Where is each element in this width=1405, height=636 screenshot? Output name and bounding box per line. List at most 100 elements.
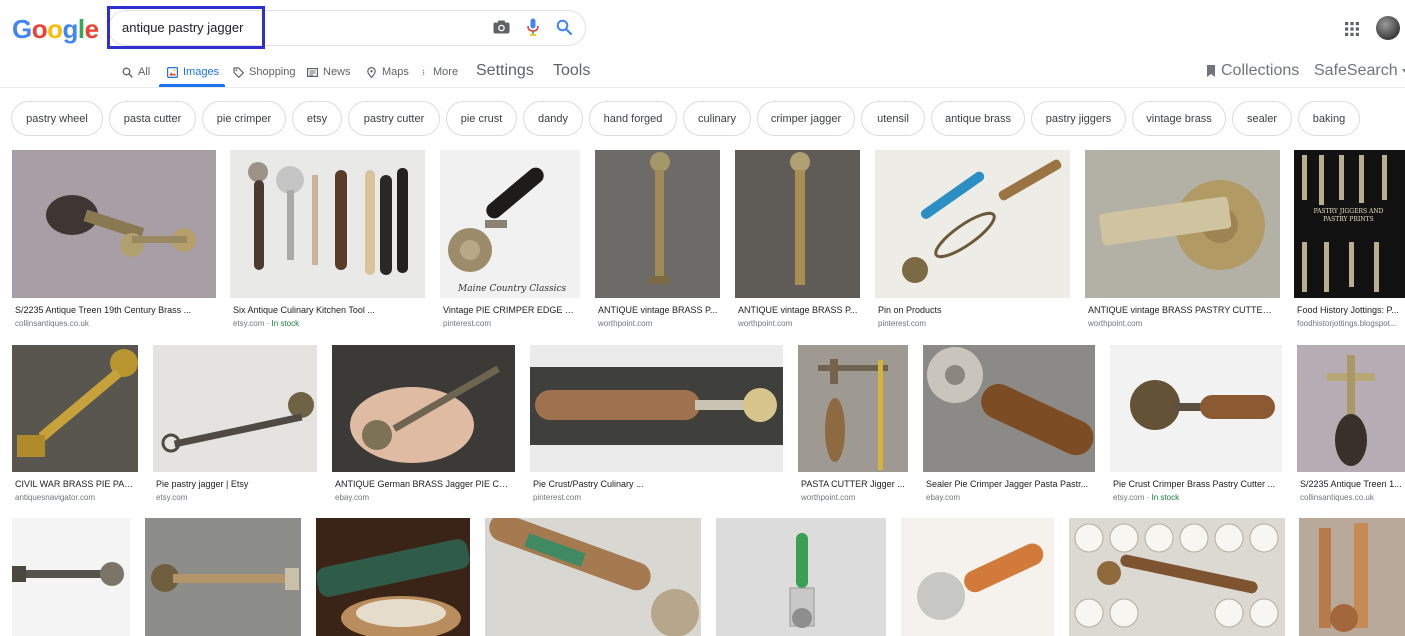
result-thumbnail[interactable] — [153, 345, 317, 472]
image-result[interactable]: Pie Crust Crimper Brass Pastry Cutter ..… — [1110, 345, 1282, 505]
image-result[interactable] — [1069, 518, 1285, 636]
image-result[interactable]: ANTIQUE vintage BRASS P... worthpoint.co… — [595, 150, 720, 330]
chip-hand-forged[interactable]: hand forged — [589, 101, 677, 136]
tab-images[interactable]: Images — [167, 64, 219, 80]
chip-vintage-brass[interactable]: vintage brass — [1132, 101, 1226, 136]
result-thumbnail[interactable] — [901, 518, 1054, 636]
result-thumbnail[interactable] — [1297, 345, 1405, 472]
image-result[interactable]: Pie pastry jagger | Etsy etsy.com — [153, 345, 317, 505]
more-vert-icon — [423, 69, 425, 75]
tab-maps[interactable]: Maps — [366, 64, 409, 80]
result-thumbnail[interactable] — [923, 345, 1095, 472]
result-title[interactable]: Food History Jottings: P... — [1297, 305, 1405, 315]
avatar[interactable] — [1376, 16, 1400, 40]
result-title[interactable]: Six Antique Culinary Kitchen Tool ... — [233, 305, 423, 315]
result-title[interactable]: PASTA CUTTER Jigger ... — [801, 479, 907, 489]
result-source: ebay.com — [926, 493, 961, 502]
image-result[interactable]: CIVIL WAR BRASS PIE PAS... antiquesnavig… — [12, 345, 138, 505]
result-title[interactable]: S/2235 Antique Treen 19th Century Brass … — [15, 305, 215, 315]
image-result[interactable] — [1299, 518, 1405, 636]
chip-utensil[interactable]: utensil — [861, 101, 925, 136]
result-title[interactable]: ANTIQUE vintage BRASS PASTRY CUTTER ... — [1088, 305, 1278, 315]
chip-pastry-cutter[interactable]: pastry cutter — [348, 101, 440, 136]
apps-grid-icon[interactable] — [1345, 22, 1359, 36]
chip-pastry-jiggers[interactable]: pastry jiggers — [1031, 101, 1126, 136]
result-title[interactable]: Pie Crust/Pastry Culinary ... — [533, 479, 782, 489]
tab-more[interactable]: More — [422, 64, 458, 80]
image-result[interactable]: Maine Country Classics Vintage PIE CRIMP… — [440, 150, 580, 330]
chip-sealer[interactable]: sealer — [1232, 101, 1292, 136]
image-result[interactable] — [316, 518, 470, 636]
tools-link[interactable]: Tools — [553, 62, 590, 80]
chip-pasta-cutter[interactable]: pasta cutter — [109, 101, 196, 136]
google-logo[interactable]: Google — [12, 14, 99, 45]
image-result[interactable]: PASTRY JIGGERS AND PASTRY PRINTS Food Hi… — [1294, 150, 1405, 330]
safesearch-dropdown[interactable]: SafeSearch — [1314, 62, 1405, 80]
result-title[interactable]: Pie pastry jagger | Etsy — [156, 479, 316, 489]
chip-pie-crust[interactable]: pie crust — [446, 101, 517, 136]
settings-link[interactable]: Settings — [476, 62, 534, 80]
image-result[interactable] — [145, 518, 301, 636]
result-thumbnail[interactable] — [875, 150, 1070, 298]
collections-link[interactable]: Collections — [1205, 62, 1299, 80]
result-title[interactable]: ANTIQUE vintage BRASS P... — [598, 305, 719, 315]
result-thumbnail[interactable] — [530, 345, 783, 472]
image-result[interactable]: Pie Crust/Pastry Culinary ... pinterest.… — [530, 345, 783, 505]
result-title[interactable]: S/2235 Antique Treen 1... — [1300, 479, 1405, 489]
chip-etsy[interactable]: etsy — [292, 101, 342, 136]
result-thumbnail[interactable] — [332, 345, 515, 472]
tab-shopping[interactable]: Shopping — [233, 64, 296, 80]
chip-pie-crimper[interactable]: pie crimper — [202, 101, 286, 136]
image-result[interactable]: PASTA CUTTER Jigger ... worthpoint.com — [798, 345, 908, 505]
result-title[interactable]: Vintage PIE CRIMPER EDGE TR... — [443, 305, 579, 315]
result-thumbnail[interactable] — [12, 518, 130, 636]
image-result[interactable] — [485, 518, 701, 636]
result-thumbnail[interactable] — [735, 150, 860, 298]
chip-dandy[interactable]: dandy — [523, 101, 583, 136]
result-thumbnail[interactable] — [12, 345, 138, 472]
camera-icon[interactable] — [493, 20, 510, 34]
tab-all[interactable]: All — [122, 64, 150, 80]
result-thumbnail[interactable] — [1110, 345, 1282, 472]
chip-crimper-jagger[interactable]: crimper jagger — [757, 101, 855, 136]
result-title[interactable]: ANTIQUE vintage BRASS P... — [738, 305, 859, 315]
result-title[interactable]: Sealer Pie Crimper Jagger Pasta Pastr... — [926, 479, 1094, 489]
image-result[interactable]: S/2235 Antique Treen 19th Century Brass … — [12, 150, 216, 330]
result-thumbnail[interactable] — [316, 518, 470, 636]
image-result[interactable] — [716, 518, 886, 636]
result-title[interactable]: Pie Crust Crimper Brass Pastry Cutter ..… — [1113, 479, 1281, 489]
chip-baking[interactable]: baking — [1298, 101, 1360, 136]
result-thumbnail[interactable] — [230, 150, 425, 298]
result-thumbnail[interactable] — [485, 518, 701, 636]
search-tabs: All Images Shopping News Maps More Setti… — [0, 62, 1405, 88]
result-thumbnail[interactable] — [798, 345, 908, 472]
result-thumbnail[interactable] — [595, 150, 720, 298]
image-result[interactable]: S/2235 Antique Treen 1... collinsantique… — [1297, 345, 1405, 505]
result-title[interactable]: CIVIL WAR BRASS PIE PAS... — [15, 479, 137, 489]
image-result[interactable]: ANTIQUE vintage BRASS P... worthpoint.co… — [735, 150, 860, 330]
tab-news[interactable]: News — [307, 64, 351, 80]
image-result[interactable]: Six Antique Culinary Kitchen Tool ... et… — [230, 150, 425, 330]
result-thumbnail[interactable] — [145, 518, 301, 636]
chip-pastry-wheel[interactable]: pastry wheel — [11, 101, 103, 136]
search-input[interactable]: antique pastry jagger — [122, 20, 243, 35]
result-thumbnail[interactable]: PASTRY JIGGERS AND PASTRY PRINTS — [1294, 150, 1405, 298]
image-result[interactable]: Pin on Products pinterest.com — [875, 150, 1070, 330]
result-thumbnail[interactable] — [1085, 150, 1280, 298]
result-thumbnail[interactable] — [1069, 518, 1285, 636]
result-thumbnail[interactable] — [1299, 518, 1405, 636]
chip-culinary[interactable]: culinary — [683, 101, 751, 136]
microphone-icon[interactable] — [527, 18, 539, 36]
result-thumbnail[interactable]: Maine Country Classics — [440, 150, 580, 298]
chip-antique-brass[interactable]: antique brass — [931, 101, 1025, 136]
image-result[interactable]: Sealer Pie Crimper Jagger Pasta Pastr...… — [923, 345, 1095, 505]
image-result[interactable] — [12, 518, 130, 636]
result-title[interactable]: ANTIQUE German BRASS Jagger PIE CRI... — [335, 479, 514, 489]
image-result[interactable]: ANTIQUE vintage BRASS PASTRY CUTTER ... … — [1085, 150, 1280, 330]
image-result[interactable] — [901, 518, 1054, 636]
image-result[interactable]: ANTIQUE German BRASS Jagger PIE CRI... e… — [332, 345, 515, 505]
result-thumbnail[interactable] — [12, 150, 216, 298]
search-icon[interactable] — [556, 19, 572, 35]
result-thumbnail[interactable] — [716, 518, 886, 636]
result-title[interactable]: Pin on Products — [878, 305, 1068, 315]
